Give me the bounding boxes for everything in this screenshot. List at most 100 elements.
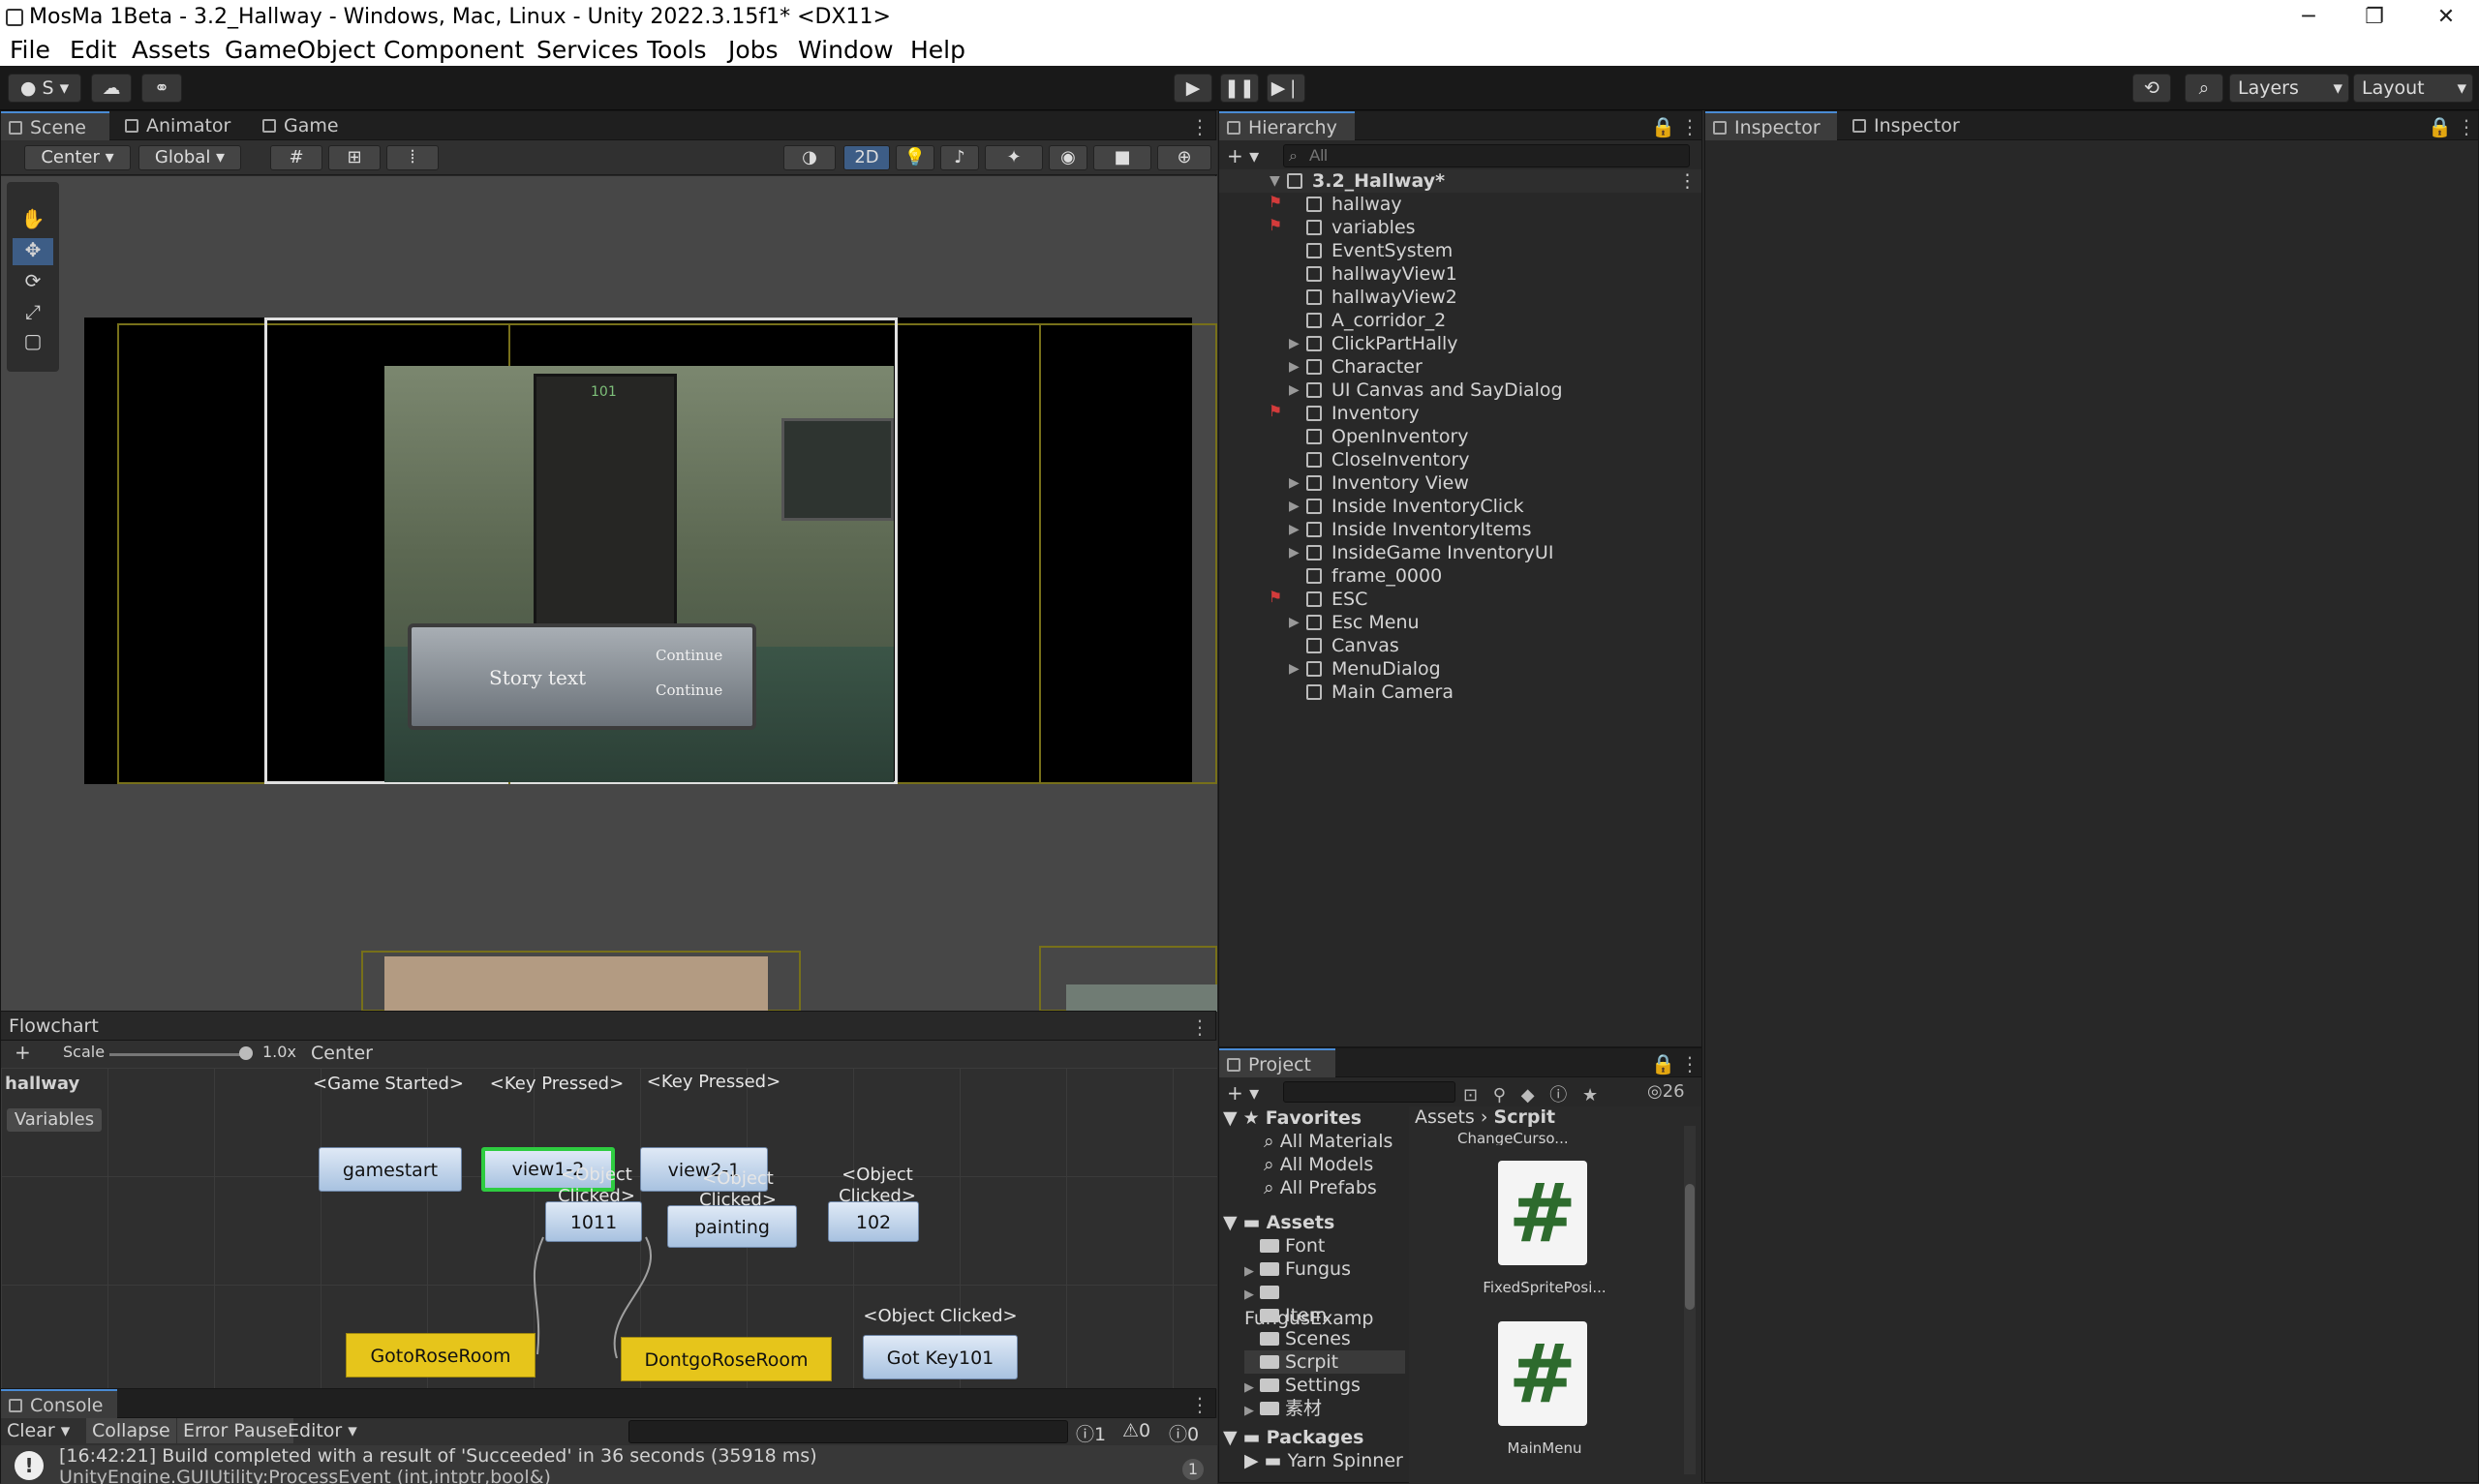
search-button[interactable]: ⌕ (2185, 74, 2223, 103)
hierarchy-item[interactable]: ▶ Inside InventoryItems (1219, 518, 1701, 541)
asset-folder[interactable]: Font (1244, 1234, 1405, 1257)
account-button[interactable]: ● S ▾ (8, 74, 81, 103)
scene-root-row[interactable]: ▼ 3.2_Hallway* ⋮ (1219, 169, 1701, 193)
scale-slider-handle[interactable] (239, 1046, 253, 1060)
hierarchy-item[interactable]: OpenInventory (1219, 425, 1701, 448)
history-button[interactable]: ⟲ (2132, 74, 2171, 103)
create-button[interactable]: + ▾ (1227, 1081, 1259, 1105)
tab-project[interactable]: Project (1219, 1048, 1335, 1077)
lock-icon[interactable]: 🔒 (2428, 115, 2452, 138)
draw-mode-dropdown[interactable]: ◑ (783, 145, 836, 170)
flowchart-block-n1011[interactable]: 1011 (545, 1201, 642, 1242)
say-dialog[interactable]: Story text Continue Continue (408, 623, 756, 730)
hierarchy-item[interactable]: hallwayView1 (1219, 262, 1701, 286)
asset-folder[interactable]: Item (1244, 1304, 1405, 1327)
lighting-toggle[interactable]: 💡 (896, 145, 934, 170)
menu-tools[interactable]: Tools (647, 35, 707, 66)
flowchart-block-painting[interactable]: painting (667, 1205, 797, 1248)
expand-arrow-icon[interactable]: ▶ (1244, 1400, 1260, 1423)
collab-button[interactable]: ⚭ (141, 74, 182, 103)
more-icon[interactable]: ⋮ (1190, 115, 1209, 138)
room-sprite[interactable] (384, 956, 768, 1012)
asset-folder[interactable]: Scrpit (1244, 1350, 1405, 1374)
pause-button[interactable]: ❚❚ (1220, 74, 1259, 103)
menu-file[interactable]: File (10, 35, 50, 66)
scrollbar[interactable] (1684, 1126, 1696, 1474)
expand-arrow-icon[interactable]: ▶ (1289, 471, 1300, 495)
tab-game[interactable]: Game (255, 111, 352, 140)
hierarchy-item[interactable]: ▶ ClickPartHally (1219, 332, 1701, 355)
continue-button-2[interactable]: Continue (656, 681, 722, 699)
increment-snap-button[interactable]: ⦙ (386, 145, 439, 170)
expand-arrow-icon[interactable]: ▶ (1289, 495, 1300, 518)
scale-slider-track[interactable] (109, 1053, 245, 1056)
hierarchy-item[interactable]: ▶ UI Canvas and SayDialog (1219, 379, 1701, 402)
menu-gameobject[interactable]: GameObject (225, 35, 376, 66)
hierarchy-item[interactable]: A_corridor_2 (1219, 309, 1701, 332)
more-icon[interactable]: ⋮ (1680, 1052, 1699, 1075)
warning-count-toggle[interactable]: ⚠0 (1122, 1420, 1150, 1441)
error-pause-toggle[interactable]: Error Pause (177, 1418, 294, 1443)
hierarchy-item[interactable]: ▶ MenuDialog (1219, 657, 1701, 681)
hierarchy-item[interactable]: ▶ Esc Menu (1219, 611, 1701, 634)
more-icon[interactable]: ⋮ (1678, 169, 1697, 193)
console-search-input[interactable] (628, 1420, 1068, 1443)
hierarchy-item[interactable]: hallwayView2 (1219, 286, 1701, 309)
flowchart-block-gotokey[interactable]: Got Key101 (863, 1335, 1018, 1379)
hierarchy-item[interactable]: Main Camera (1219, 681, 1701, 704)
breadcrumb-leaf[interactable]: Scrpit (1494, 1106, 1556, 1128)
fav-item[interactable]: ⌕ All Materials (1264, 1130, 1393, 1153)
tab-inspector-2[interactable]: Inspector (1845, 111, 1976, 140)
scrollbar-thumb[interactable] (1685, 1184, 1695, 1310)
asset-folder[interactable]: ▶ Settings (1244, 1374, 1405, 1400)
grid-visual-button[interactable]: ⊞ (328, 145, 381, 170)
csharp-script-icon[interactable]: # (1498, 1161, 1587, 1265)
scene-viewport[interactable]: ✋ ✥ ⟳ ⤢ ▢ 101 Story text Continue Contin… (1, 176, 1217, 1012)
expand-arrow-icon[interactable]: ▶ (1289, 332, 1300, 355)
error-count-toggle[interactable]: ⓘ0 (1169, 1420, 1199, 1446)
hierarchy-item[interactable]: Canvas (1219, 634, 1701, 657)
hidden-packages-toggle[interactable]: ◎26 (1647, 1081, 1685, 1102)
grid-snap-button[interactable]: # (270, 145, 322, 170)
assets-row[interactable]: ▼ ▬ Assets (1223, 1211, 1334, 1234)
cloud-button[interactable]: ☁ (91, 74, 132, 103)
hierarchy-item[interactable]: EventSystem (1219, 239, 1701, 262)
more-icon[interactable]: ⋮ (1190, 1015, 1209, 1039)
visibility-toggle[interactable]: ◉ (1049, 145, 1087, 170)
filter-icons[interactable]: ⊡ ⚲ ◆ ⓘ ★ (1463, 1081, 1598, 1106)
flowchart-block-n102[interactable]: 102 (828, 1201, 919, 1242)
more-icon[interactable]: ⋮ (2457, 115, 2476, 138)
asset-folder[interactable]: ▶ 素材 (1244, 1397, 1405, 1423)
rect-tool-icon[interactable]: ▢ (13, 329, 53, 356)
package-item[interactable]: ▶ ▬ Yarn Spinner (1244, 1449, 1403, 1472)
flowchart-block-dontgo[interactable]: DontgoRoseRoom (621, 1337, 832, 1381)
play-button[interactable]: ▶ (1174, 74, 1212, 103)
step-button[interactable]: ▶❘ (1267, 74, 1305, 103)
audio-toggle[interactable]: ♪ (940, 145, 979, 170)
center-button[interactable]: Center (311, 1043, 373, 1064)
pivot-dropdown[interactable]: Center ▾ (24, 145, 131, 170)
tab-animator[interactable]: Animator (117, 111, 243, 140)
project-search-input[interactable] (1283, 1081, 1455, 1103)
console-log-entry[interactable]: ! [16:42:21] Build completed with a resu… (1, 1445, 1217, 1484)
expand-arrow-icon[interactable]: ▶ (1289, 657, 1300, 681)
fav-item[interactable]: ⌕ All Prefabs (1264, 1176, 1377, 1199)
space-dropdown[interactable]: Global ▾ (138, 145, 241, 170)
maximize-button[interactable]: ❐ (2345, 0, 2403, 35)
camera-dropdown[interactable]: ■ (1093, 145, 1151, 170)
expand-arrow-icon[interactable]: ▶ (1289, 518, 1300, 541)
menu-services[interactable]: Services (536, 35, 638, 66)
menu-help[interactable]: Help (910, 35, 965, 66)
hierarchy-item[interactable]: ▶ InsideGame InventoryUI (1219, 541, 1701, 564)
favorites-row[interactable]: ▼ ★ Favorites (1223, 1106, 1362, 1130)
hierarchy-search-input[interactable] (1283, 144, 1690, 167)
effects-dropdown[interactable]: ✦ (985, 145, 1043, 170)
room2-sprite[interactable] (1066, 984, 1217, 1012)
flowchart-block-gamestart[interactable]: gamestart (319, 1147, 462, 1192)
hierarchy-item[interactable]: ⚑ ESC (1219, 588, 1701, 611)
rotate-tool-icon[interactable]: ⟳ (13, 269, 53, 296)
collapse-toggle[interactable]: Collapse (86, 1418, 176, 1443)
expand-arrow-icon[interactable]: ▼ (1270, 169, 1280, 193)
hierarchy-item[interactable]: ⚑ variables (1219, 216, 1701, 239)
hierarchy-item[interactable]: ⚑ Inventory (1219, 402, 1701, 425)
